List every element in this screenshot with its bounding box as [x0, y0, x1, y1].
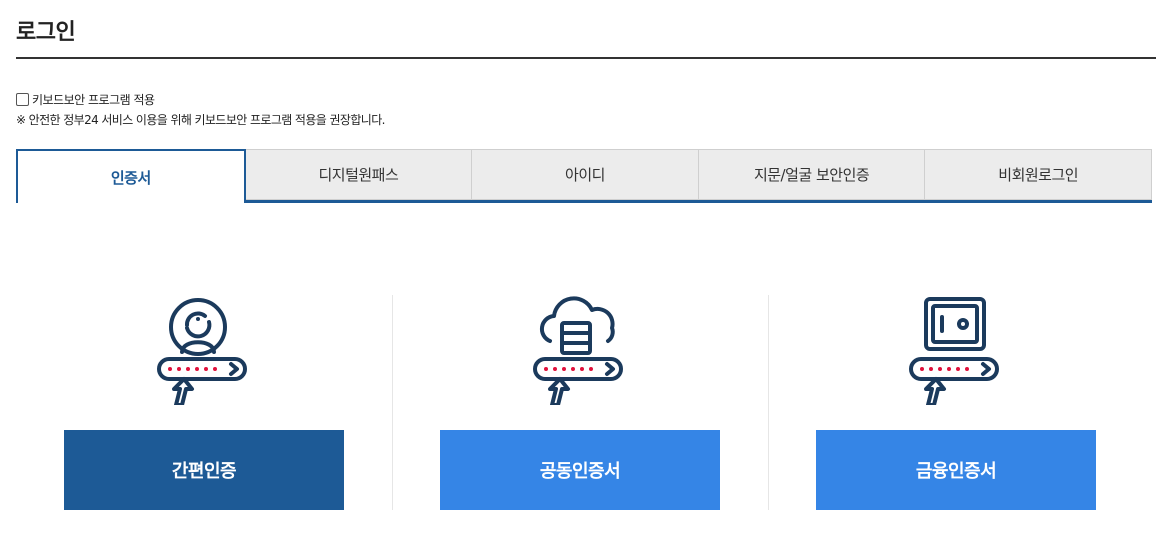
keyboard-security-note: ※ 안전한 정부24 서비스 이용을 위해 키보드보안 프로그램 적용을 권장합…: [16, 113, 385, 127]
certificate-options: 간편인증 공동인증서 금융인증서: [16, 295, 1144, 510]
keyboard-security-option[interactable]: 키보드보안 프로그램 적용: [16, 91, 155, 108]
cloud-server-certificate-icon: [533, 296, 623, 405]
financial-certificate-button[interactable]: 금융인증서: [816, 430, 1096, 510]
user-certificate-icon: [157, 298, 247, 405]
tab-guest-login[interactable]: 비회원로그인: [925, 149, 1152, 200]
login-method-tabs: 인증서 디지털원패스 아이디 지문/얼굴 보안인증 비회원로그인: [16, 149, 1152, 203]
financial-certificate-option: 금융인증서: [768, 295, 1144, 510]
title-divider: [16, 57, 1156, 59]
tab-certificate[interactable]: 인증서: [16, 149, 246, 203]
safe-certificate-icon: [909, 297, 999, 405]
tab-id[interactable]: 아이디: [472, 149, 699, 200]
simple-auth-option: 간편인증: [16, 295, 392, 510]
joint-certificate-button[interactable]: 공동인증서: [440, 430, 720, 510]
keyboard-security-checkbox[interactable]: [16, 93, 29, 106]
keyboard-security-label: 키보드보안 프로그램 적용: [32, 93, 155, 107]
simple-auth-button[interactable]: 간편인증: [64, 430, 344, 510]
tab-digital-onepass[interactable]: 디지털원패스: [245, 149, 473, 200]
joint-certificate-option: 공동인증서: [392, 295, 768, 510]
tab-biometric[interactable]: 지문/얼굴 보안인증: [698, 149, 926, 200]
page-title: 로그인: [16, 20, 76, 45]
